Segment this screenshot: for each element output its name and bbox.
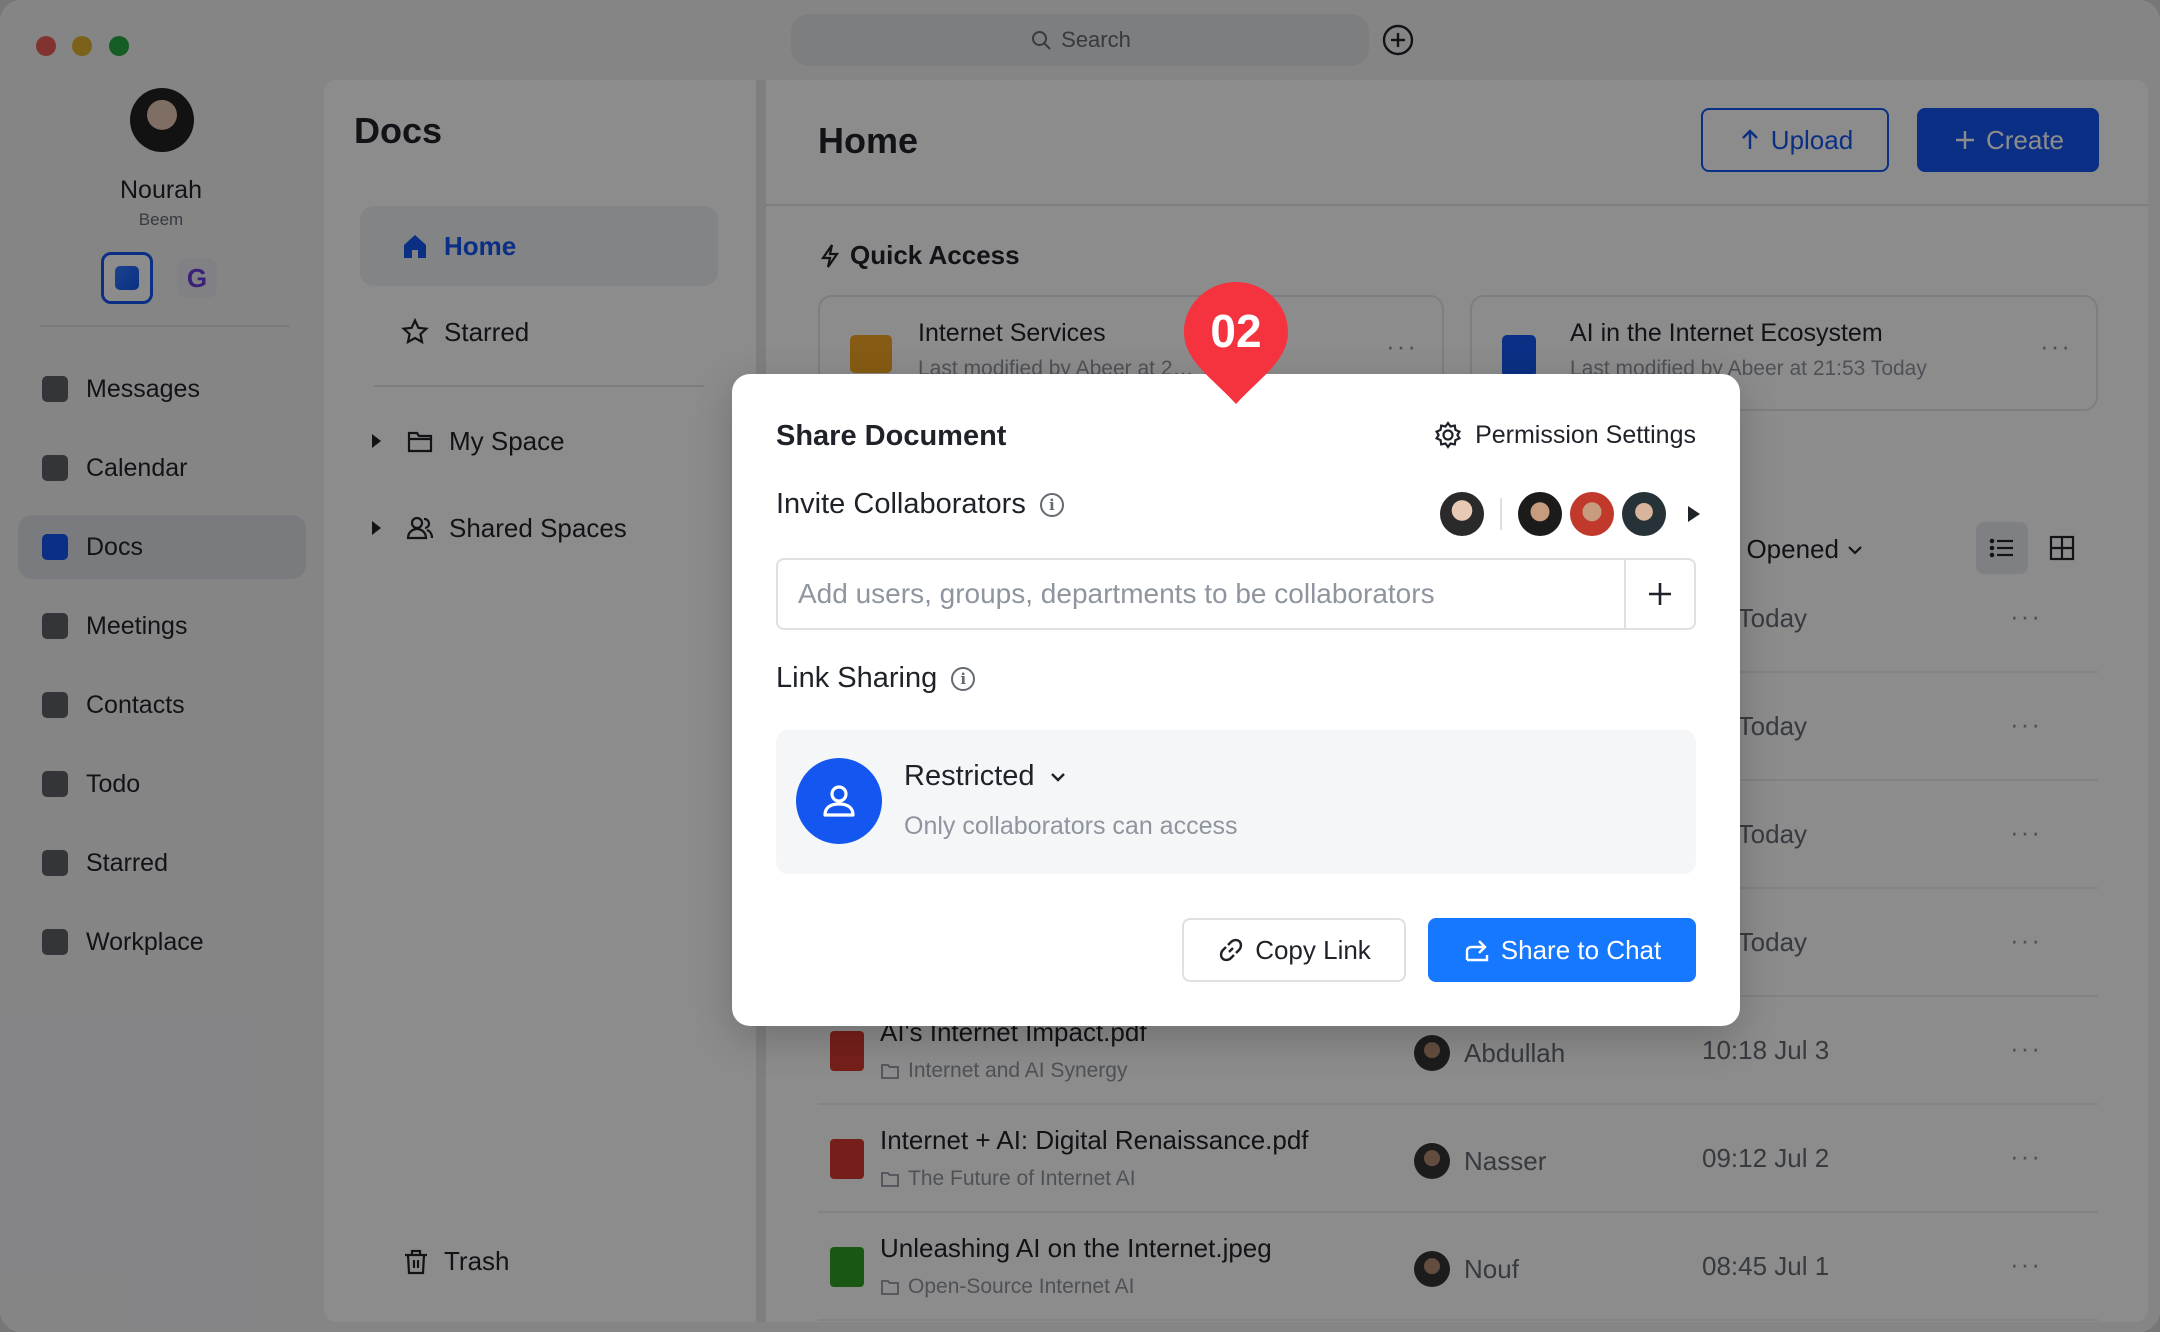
share-to-chat-button[interactable]: Share to Chat [1428,918,1696,982]
copy-link-button[interactable]: Copy Link [1182,918,1406,982]
permission-settings-button[interactable]: Permission Settings [1433,420,1696,450]
invite-input[interactable] [778,560,1624,628]
collaborator-avatars[interactable] [1440,492,1700,536]
invite-collaborators-text: Invite Collaborators [776,488,1026,520]
invite-collaborators-label: Invite Collaborators i [776,488,1064,521]
restricted-user-icon [796,758,882,844]
avatar[interactable] [1570,492,1614,536]
invite-field[interactable] [776,558,1696,630]
info-icon[interactable]: i [951,666,976,691]
chevron-down-icon [1050,772,1065,782]
play-more-icon[interactable] [1688,506,1700,522]
avatar[interactable] [1440,492,1484,536]
dialog-title: Share Document [776,420,1007,452]
link-sharing-text: Link Sharing [776,662,938,694]
gear-icon [1435,421,1462,449]
avatar[interactable] [1622,492,1666,536]
copy-link-label: Copy Link [1255,934,1371,965]
share-to-chat-label: Share to Chat [1500,934,1662,965]
link-mode-description: Only collaborators can access [904,812,1238,840]
avatar[interactable] [1518,492,1562,536]
permission-settings-label: Permission Settings [1475,420,1696,449]
link-sharing-card: Restricted Only collaborators can access [776,730,1696,874]
link-icon [1220,938,1243,962]
avatar-divider [1500,498,1502,530]
share-document-dialog: Share Document Permission Settings Invit… [732,374,1740,1026]
link-mode-dropdown[interactable]: Restricted [904,760,1069,793]
invite-add-button[interactable] [1624,560,1694,628]
plus-icon [1649,583,1671,605]
link-sharing-label: Link Sharing i [776,662,976,695]
link-mode-label: Restricted [904,760,1035,792]
step-marker-number: 02 [1210,305,1262,357]
info-icon[interactable]: i [1039,492,1064,517]
share-icon [1465,940,1488,962]
